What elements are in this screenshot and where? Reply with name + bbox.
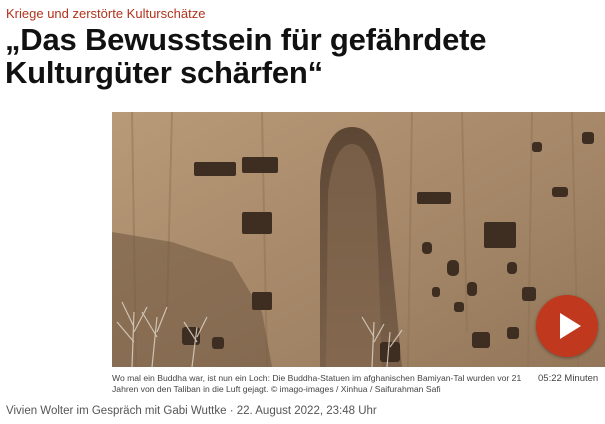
image-caption: Wo mal ein Buddha war, ist nun ein Loch:…	[112, 373, 522, 394]
audio-duration: 05:22 Minuten	[538, 373, 599, 384]
article-image[interactable]	[112, 112, 605, 367]
article-headline: „Das Bewusstsein für gefährdete Kulturgü…	[5, 22, 487, 90]
article-kicker: Kriege und zerstörte Kulturschätze	[6, 6, 206, 21]
cliff-photo	[112, 112, 605, 367]
play-icon	[560, 313, 581, 339]
article-byline: Vivien Wolter im Gespräch mit Gabi Wuttk…	[6, 405, 377, 417]
play-button[interactable]	[536, 295, 598, 357]
